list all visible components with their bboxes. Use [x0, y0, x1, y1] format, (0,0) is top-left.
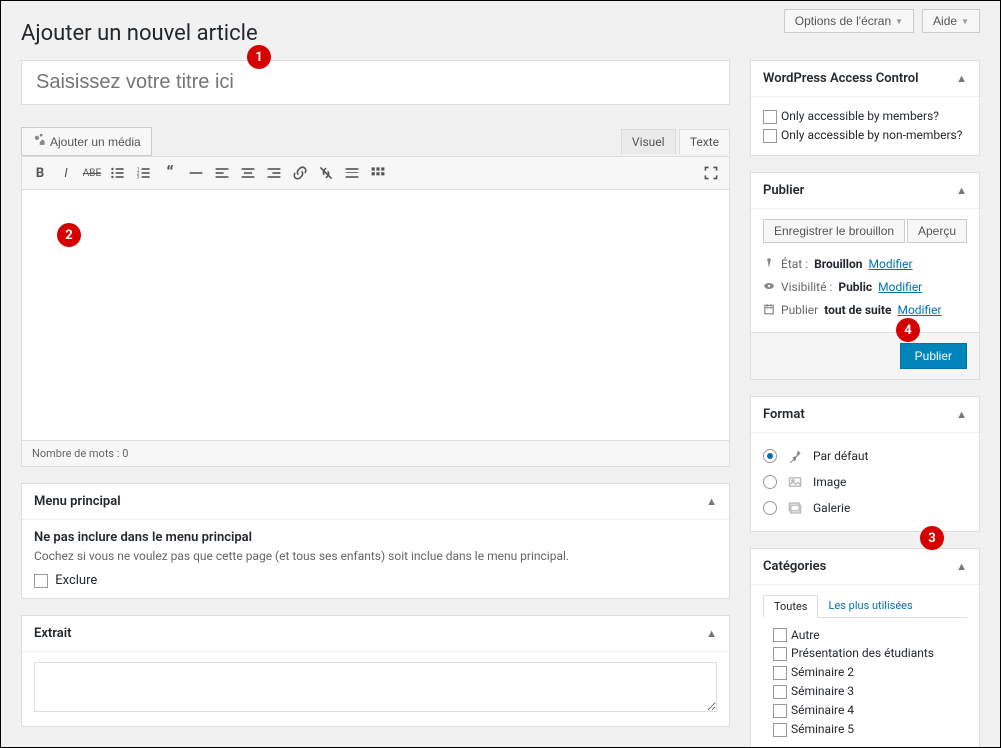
post-title-input[interactable]: [21, 60, 730, 105]
help-button[interactable]: Aide: [922, 9, 980, 33]
exclude-option[interactable]: Exclure: [34, 573, 97, 588]
category-checkbox[interactable]: [773, 685, 787, 699]
pin-icon: [785, 447, 805, 465]
unlink-icon[interactable]: [314, 161, 338, 185]
category-checkbox[interactable]: [773, 666, 787, 680]
collapse-icon[interactable]: ▲: [956, 184, 967, 197]
status-label: État :: [781, 257, 808, 271]
exclude-checkbox[interactable]: [34, 574, 48, 588]
bold-icon[interactable]: B: [28, 161, 52, 185]
preview-button[interactable]: Aperçu: [907, 219, 967, 243]
excerpt-box-title: Extrait: [34, 626, 71, 641]
link-icon[interactable]: [288, 161, 312, 185]
bullet-list-icon[interactable]: [106, 161, 130, 185]
exclude-help-text: Cochez si vous ne voulez pas que cette p…: [34, 549, 717, 563]
format-image-label: Image: [813, 475, 846, 489]
editor-toolbar: B I ABE 123 “: [22, 157, 729, 190]
pin-icon: [763, 257, 775, 272]
numbered-list-icon[interactable]: 123: [132, 161, 156, 185]
fullscreen-icon[interactable]: [699, 161, 723, 185]
members-only-option[interactable]: Only accessible by members?: [763, 107, 967, 126]
format-default-radio[interactable]: [763, 449, 777, 463]
collapse-icon[interactable]: ▲: [706, 495, 717, 508]
format-gallery-label: Galerie: [813, 501, 850, 515]
collapse-icon[interactable]: ▲: [956, 72, 967, 85]
categories-box-title: Catégories: [763, 559, 826, 574]
schedule-value: tout de suite: [824, 303, 891, 317]
annotation-badge-3: 3: [920, 526, 944, 550]
collapse-icon[interactable]: ▲: [956, 408, 967, 421]
toolbar-toggle-icon[interactable]: [366, 161, 390, 185]
main-menu-box-title: Menu principal: [34, 494, 121, 509]
tab-all-categories[interactable]: Toutes: [763, 595, 818, 618]
italic-icon[interactable]: I: [54, 161, 78, 185]
collapse-icon[interactable]: ▲: [956, 560, 967, 573]
hr-icon[interactable]: [184, 161, 208, 185]
category-item[interactable]: Autre: [773, 626, 967, 645]
align-right-icon[interactable]: [262, 161, 286, 185]
align-left-icon[interactable]: [210, 161, 234, 185]
format-default-label: Par défaut: [813, 449, 868, 463]
tab-visual[interactable]: Visuel: [621, 129, 676, 154]
category-checkbox[interactable]: [773, 723, 787, 737]
excerpt-textarea[interactable]: [34, 662, 717, 712]
category-item[interactable]: Présentation des étudiants: [773, 644, 967, 663]
more-icon[interactable]: [340, 161, 364, 185]
edit-status-link[interactable]: Modifier: [869, 257, 913, 271]
annotation-badge-1: 1: [247, 45, 271, 69]
members-only-checkbox[interactable]: [763, 110, 777, 124]
annotation-badge-2: 2: [57, 223, 81, 247]
edit-visibility-link[interactable]: Modifier: [878, 280, 922, 294]
nonmembers-only-option[interactable]: Only accessible by non-members?: [763, 126, 967, 145]
edit-schedule-link[interactable]: Modifier: [897, 303, 941, 317]
collapse-icon[interactable]: ▲: [706, 627, 717, 640]
category-item[interactable]: Séminaire 2: [773, 663, 967, 682]
publish-button[interactable]: Publier: [900, 343, 967, 369]
category-item[interactable]: Séminaire 3: [773, 682, 967, 701]
align-center-icon[interactable]: [236, 161, 260, 185]
category-item[interactable]: Séminaire 4: [773, 701, 967, 720]
media-icon: [32, 133, 46, 150]
word-count: Nombre de mots : 0: [22, 440, 729, 466]
category-item[interactable]: Séminaire 5: [773, 720, 967, 739]
calendar-icon: [763, 303, 775, 318]
add-media-button[interactable]: Ajouter un média: [21, 127, 152, 156]
visibility-label: Visibilité :: [781, 280, 832, 294]
exclude-strong-label: Ne pas inclure dans le menu principal: [34, 530, 717, 545]
schedule-label: Publier: [781, 303, 818, 317]
image-icon: [785, 473, 805, 491]
tab-text[interactable]: Texte: [679, 129, 730, 154]
format-image-radio[interactable]: [763, 475, 777, 489]
tab-most-used-categories[interactable]: Les plus utilisées: [818, 595, 922, 617]
gallery-icon: [785, 499, 805, 517]
access-control-title: WordPress Access Control: [763, 71, 919, 86]
category-checkbox[interactable]: [773, 647, 787, 661]
nonmembers-only-checkbox[interactable]: [763, 129, 777, 143]
category-checkbox[interactable]: [773, 628, 787, 642]
exclude-label: Exclure: [55, 573, 97, 588]
svg-text:3: 3: [137, 175, 140, 181]
strikethrough-icon[interactable]: ABE: [80, 161, 104, 185]
visibility-value: Public: [838, 280, 872, 294]
save-draft-button[interactable]: Enregistrer le brouillon: [763, 219, 905, 243]
quote-icon[interactable]: “: [158, 161, 182, 185]
category-checkbox[interactable]: [773, 704, 787, 718]
add-media-label: Ajouter un média: [50, 135, 141, 149]
editor-content[interactable]: [22, 190, 729, 440]
publish-box-title: Publier: [763, 183, 804, 198]
annotation-badge-4: 4: [896, 318, 920, 342]
eye-icon: [763, 280, 775, 295]
format-box-title: Format: [763, 407, 805, 422]
screen-options-button[interactable]: Options de l'écran: [784, 9, 914, 33]
format-gallery-radio[interactable]: [763, 501, 777, 515]
status-value: Brouillon: [814, 257, 862, 271]
